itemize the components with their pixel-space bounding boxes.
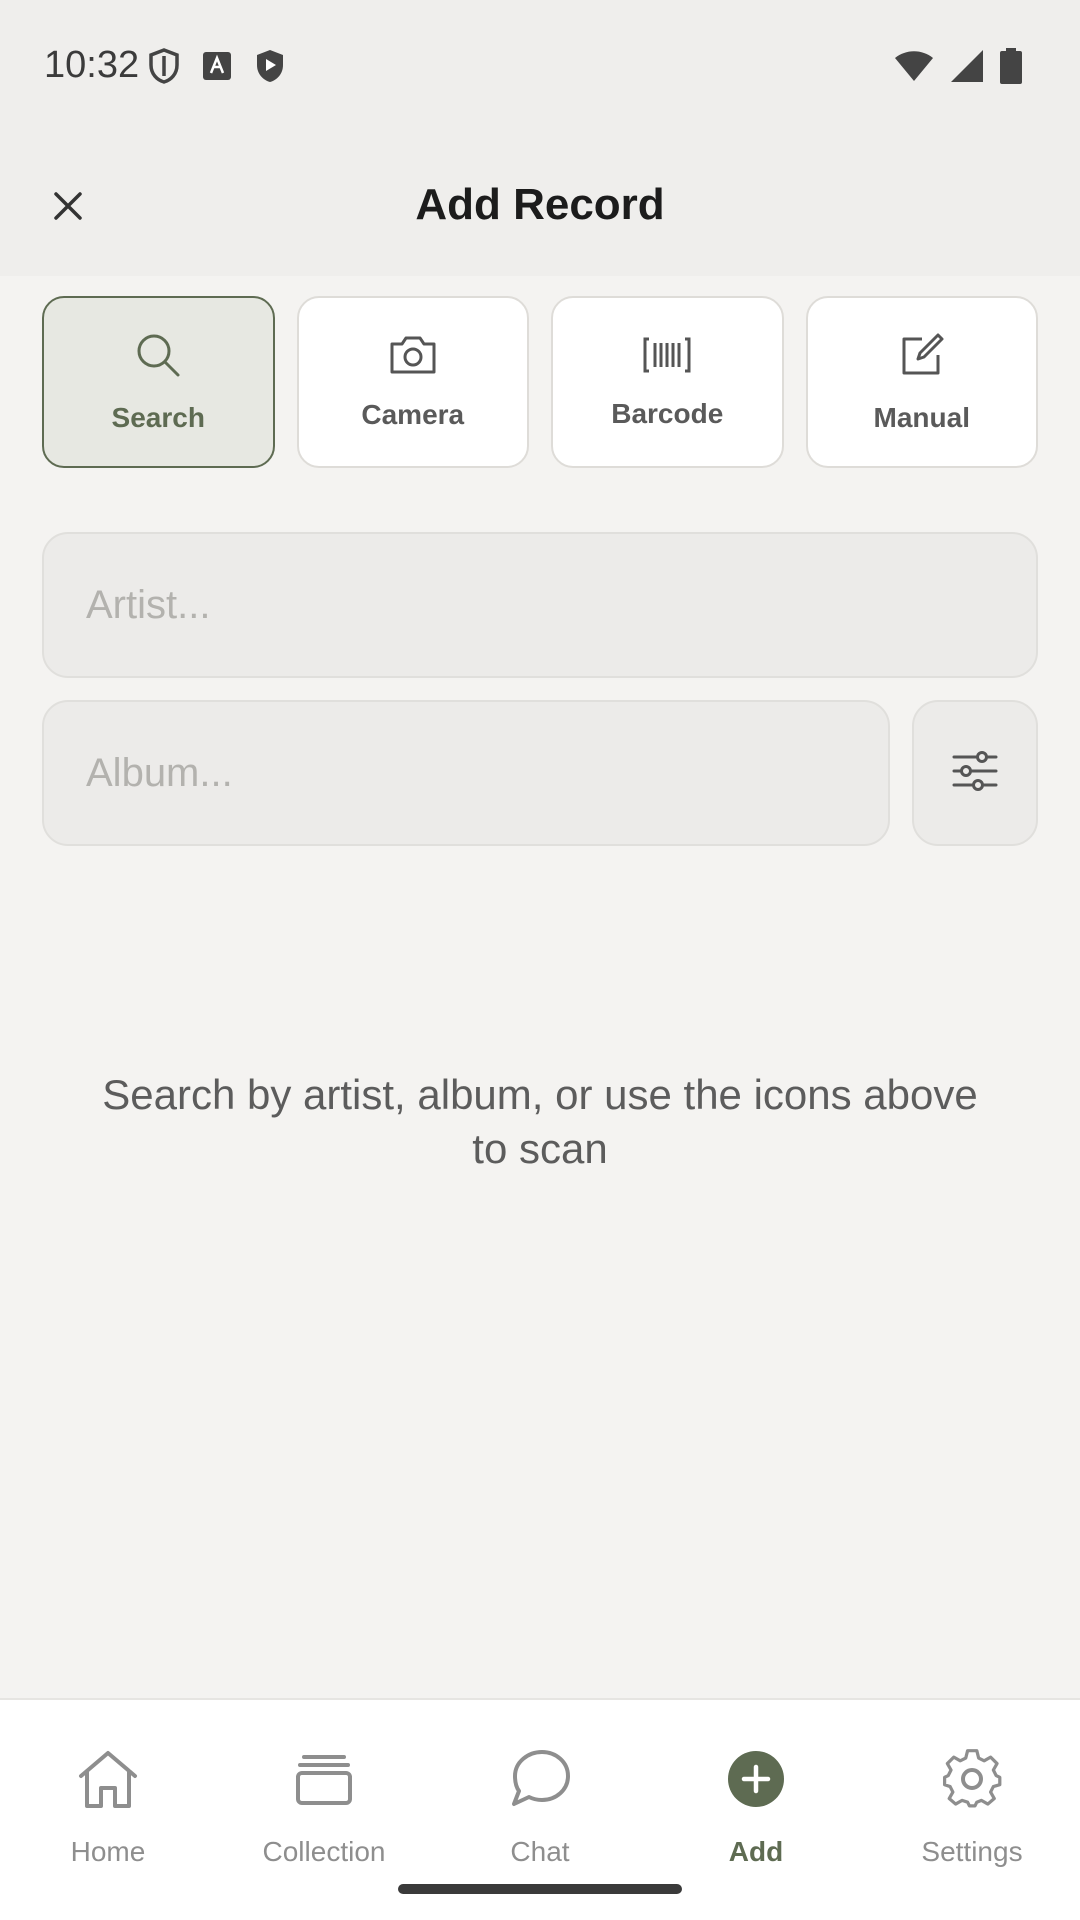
collection-icon	[289, 1744, 359, 1814]
sliders-icon	[952, 750, 998, 796]
status-icons-left	[148, 48, 286, 89]
barcode-icon	[643, 335, 691, 380]
camera-icon	[388, 334, 438, 381]
nav-label-add: Add	[728, 1836, 784, 1867]
nav-item-settings[interactable]: Settings	[864, 1700, 1080, 1920]
chat-icon	[505, 1744, 575, 1814]
album-input[interactable]	[86, 750, 888, 796]
nav-item-home[interactable]: Home	[0, 1700, 216, 1920]
nav-label-chat: Chat	[510, 1836, 570, 1867]
page-title: Add Record	[415, 180, 665, 229]
mode-manual-button[interactable]: Manual	[805, 296, 1038, 468]
nav-label-home: Home	[70, 1836, 146, 1867]
status-bar: 10:32	[0, 0, 1080, 136]
app-bar: Add Record	[0, 136, 1080, 276]
nav-label-collection: Collection	[262, 1836, 386, 1867]
signal-icon	[950, 49, 984, 88]
filter-button[interactable]	[912, 700, 1038, 846]
home-icon	[73, 1744, 143, 1814]
edit-icon	[898, 331, 946, 384]
home-indicator[interactable]	[398, 1884, 682, 1894]
mode-selector: Search Camera Barcode Manual	[42, 296, 1038, 468]
artist-field[interactable]	[42, 532, 1038, 678]
nav-label-settings: Settings	[921, 1836, 1023, 1867]
play-shield-icon	[254, 48, 286, 89]
artist-input[interactable]	[86, 582, 1036, 628]
settings-icon	[937, 1744, 1007, 1814]
keyboard-a-icon	[202, 51, 232, 86]
album-field[interactable]	[42, 700, 890, 846]
status-icons-right	[894, 48, 1022, 89]
mode-search-label: Search	[111, 401, 205, 433]
mode-manual-label: Manual	[873, 401, 970, 433]
mode-camera-button[interactable]: Camera	[296, 296, 529, 468]
shield-outline-icon	[148, 48, 180, 89]
mode-barcode-button[interactable]: Barcode	[551, 296, 784, 468]
status-time: 10:32	[44, 44, 140, 86]
add-circle-icon	[721, 1744, 791, 1814]
mode-barcode-label: Barcode	[611, 397, 724, 429]
mode-camera-label: Camera	[361, 398, 465, 430]
search-icon	[134, 331, 182, 384]
mode-search-button[interactable]: Search	[42, 296, 275, 468]
wifi-icon	[894, 49, 934, 88]
empty-state-hint: Search by artist, album, or use the icon…	[102, 1071, 978, 1172]
battery-icon	[1000, 48, 1022, 89]
